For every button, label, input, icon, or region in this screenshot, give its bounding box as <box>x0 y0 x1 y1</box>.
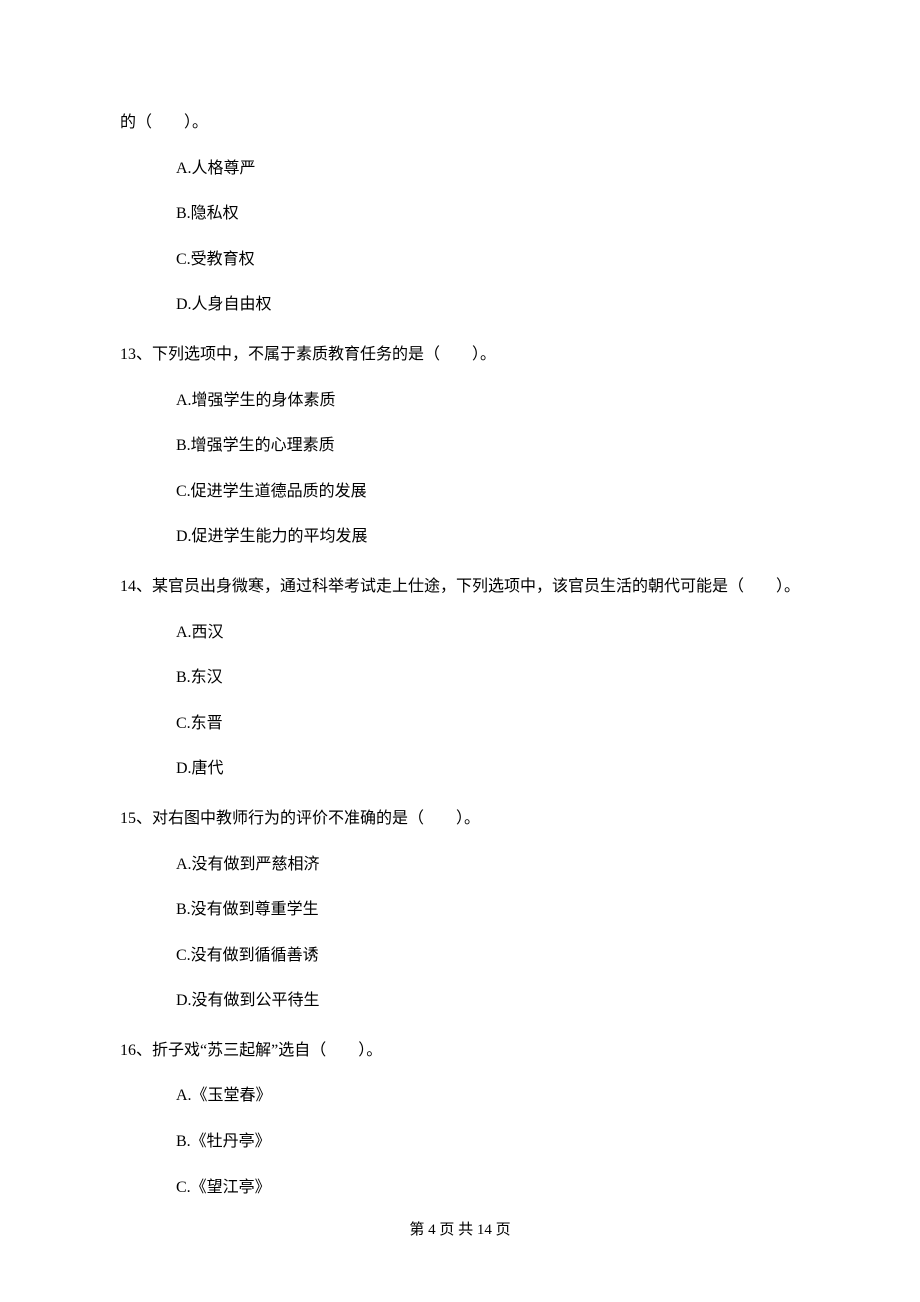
option-16-c: C.《望江亭》 <box>176 1175 800 1201</box>
option-15-c: C.没有做到循循善诱 <box>176 943 800 969</box>
question-14-options: A.西汉 B.东汉 C.东晋 D.唐代 <box>120 620 800 782</box>
question-15-options: A.没有做到严慈相济 B.没有做到尊重学生 C.没有做到循循善诱 D.没有做到公… <box>120 852 800 1014</box>
page-content: 的（ ）。 A.人格尊严 B.隐私权 C.受教育权 D.人身自由权 13、下列选… <box>0 0 920 1200</box>
question-12-options: A.人格尊严 B.隐私权 C.受教育权 D.人身自由权 <box>120 156 800 318</box>
option-13-c: C.促进学生道德品质的发展 <box>176 479 800 505</box>
question-15-stem: 15、对右图中教师行为的评价不准确的是（ ）。 <box>120 806 800 832</box>
option-14-c: C.东晋 <box>176 711 800 737</box>
question-12-tail: 的（ ）。 <box>120 110 800 136</box>
option-15-b: B.没有做到尊重学生 <box>176 897 800 923</box>
option-16-b: B.《牡丹亭》 <box>176 1129 800 1155</box>
option-12-b: B.隐私权 <box>176 201 800 227</box>
option-14-d: D.唐代 <box>176 756 800 782</box>
question-16-options: A.《玉堂春》 B.《牡丹亭》 C.《望江亭》 <box>120 1083 800 1200</box>
question-13-stem: 13、下列选项中，不属于素质教育任务的是（ ）。 <box>120 342 800 368</box>
option-13-d: D.促进学生能力的平均发展 <box>176 524 800 550</box>
option-16-a: A.《玉堂春》 <box>176 1083 800 1109</box>
question-13-options: A.增强学生的身体素质 B.增强学生的心理素质 C.促进学生道德品质的发展 D.… <box>120 388 800 550</box>
option-13-a: A.增强学生的身体素质 <box>176 388 800 414</box>
option-12-c: C.受教育权 <box>176 247 800 273</box>
option-12-a: A.人格尊严 <box>176 156 800 182</box>
option-15-a: A.没有做到严慈相济 <box>176 852 800 878</box>
page-footer: 第 4 页 共 14 页 <box>0 1218 920 1242</box>
option-12-d: D.人身自由权 <box>176 292 800 318</box>
option-13-b: B.增强学生的心理素质 <box>176 433 800 459</box>
option-15-d: D.没有做到公平待生 <box>176 988 800 1014</box>
question-16-stem: 16、折子戏“苏三起解”选自（ ）。 <box>120 1038 800 1064</box>
question-14-stem: 14、某官员出身微寒，通过科举考试走上仕途，下列选项中，该官员生活的朝代可能是（… <box>120 574 800 600</box>
option-14-a: A.西汉 <box>176 620 800 646</box>
option-14-b: B.东汉 <box>176 665 800 691</box>
